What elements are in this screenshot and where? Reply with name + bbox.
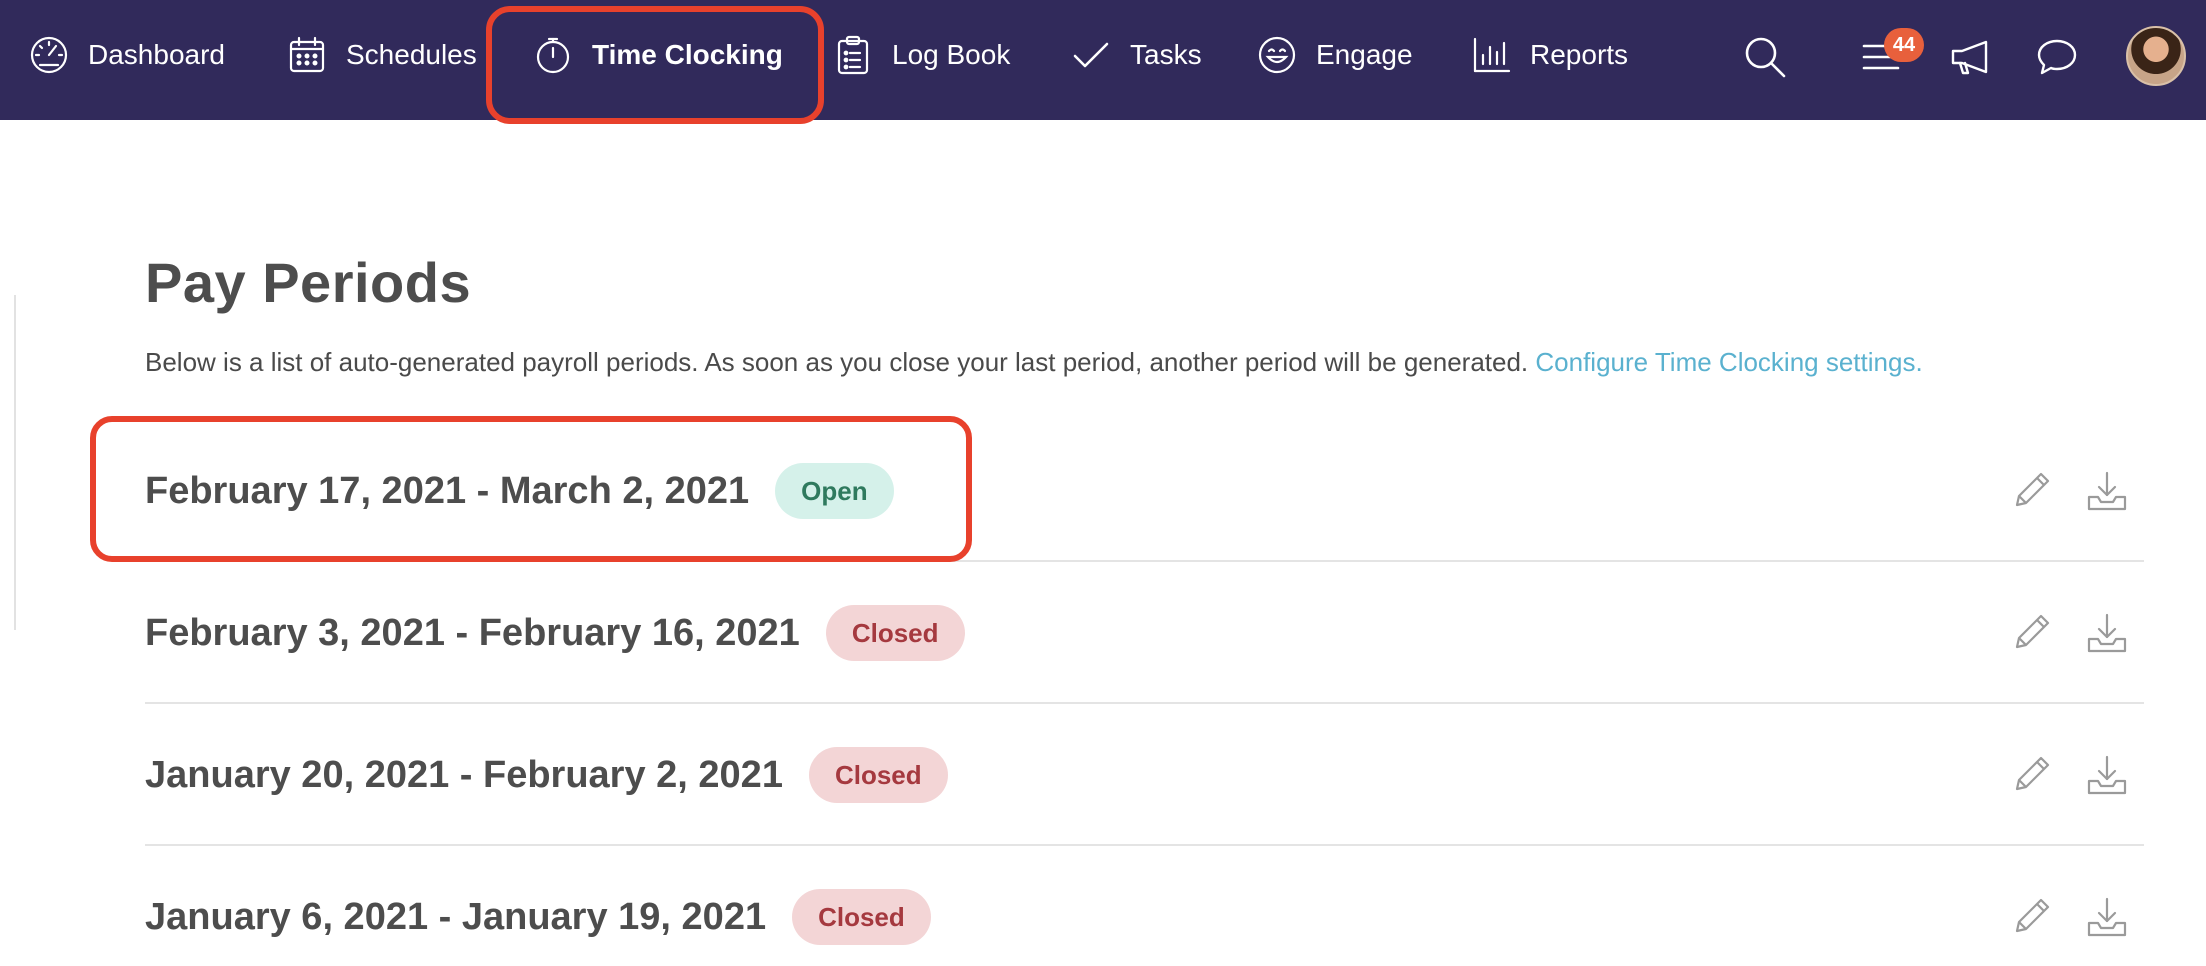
row-actions xyxy=(2008,420,2130,562)
pay-period-title: January 6, 2021 - January 19, 2021 Close… xyxy=(145,846,931,966)
download-icon xyxy=(2087,755,2127,795)
pay-period-row[interactable]: February 3, 2021 - February 16, 2021 Clo… xyxy=(145,562,2144,704)
configure-settings-link[interactable]: Configure Time Clocking settings. xyxy=(1535,347,1922,377)
nav-item-schedules[interactable]: Schedules xyxy=(286,0,477,110)
side-divider xyxy=(14,295,16,630)
row-actions xyxy=(2008,562,2130,704)
pencil-icon xyxy=(2015,756,2050,791)
row-actions xyxy=(2008,704,2130,846)
bar-chart-icon xyxy=(1473,37,1511,73)
nav-item-log-book[interactable]: Log Book xyxy=(832,0,1010,110)
checkmark-icon xyxy=(1073,42,1109,68)
status-badge-open: Open xyxy=(775,463,894,519)
pencil-icon xyxy=(2015,472,2050,507)
pay-period-title: February 17, 2021 - March 2, 2021 Open xyxy=(145,420,894,562)
nav-item-dashboard[interactable]: Dashboard xyxy=(28,0,225,110)
nav-item-label: Dashboard xyxy=(88,39,225,70)
nav-item-label: Time Clocking xyxy=(592,39,783,70)
download-button[interactable] xyxy=(2084,752,2130,798)
gauge-icon xyxy=(30,36,68,74)
pay-period-row[interactable]: February 17, 2021 - March 2, 2021 Open xyxy=(145,420,2144,562)
download-icon xyxy=(2087,897,2127,937)
edit-button[interactable] xyxy=(2008,468,2054,514)
nav-item-label: Engage xyxy=(1316,39,1413,70)
pay-period-dates: January 20, 2021 - February 2, 2021 xyxy=(145,753,783,796)
nav-item-time-clocking[interactable]: Time Clocking xyxy=(532,0,783,110)
page-intro: Below is a list of auto-generated payrol… xyxy=(145,347,1923,378)
nav-item-label: Tasks xyxy=(1130,39,1202,70)
chat-bubble-icon xyxy=(2037,39,2077,75)
messages-button[interactable] xyxy=(2030,30,2084,84)
user-avatar[interactable] xyxy=(2126,26,2186,86)
download-button[interactable] xyxy=(2084,894,2130,940)
megaphone-icon xyxy=(1951,40,1988,75)
pencil-icon xyxy=(2015,898,2050,933)
nav-item-engage[interactable]: Engage xyxy=(1256,0,1413,110)
pay-period-row[interactable]: January 20, 2021 - February 2, 2021 Clos… xyxy=(145,704,2144,846)
intro-text: Below is a list of auto-generated payrol… xyxy=(145,347,1529,377)
nav-item-label: Log Book xyxy=(892,39,1011,70)
edit-button[interactable] xyxy=(2008,752,2054,798)
pay-period-title: January 20, 2021 - February 2, 2021 Clos… xyxy=(145,704,948,846)
status-badge-closed: Closed xyxy=(792,889,931,945)
pay-period-title: February 3, 2021 - February 16, 2021 Clo… xyxy=(145,562,965,704)
notification-count-badge: 44 xyxy=(1884,28,1924,62)
clipboard-icon xyxy=(837,35,869,75)
pay-period-dates: February 17, 2021 - March 2, 2021 xyxy=(145,469,750,512)
nav-item-label: Reports xyxy=(1530,39,1629,70)
pay-period-row[interactable]: January 6, 2021 - January 19, 2021 Close… xyxy=(145,846,2144,966)
download-button[interactable] xyxy=(2084,468,2130,514)
calendar-icon xyxy=(289,36,325,73)
search-button[interactable] xyxy=(1738,30,1792,84)
pencil-icon xyxy=(2015,614,2050,649)
download-icon xyxy=(2087,613,2127,653)
nav-item-reports[interactable]: Reports xyxy=(1470,0,1628,110)
search-icon xyxy=(1745,37,1786,78)
download-icon xyxy=(2087,471,2127,511)
nav-item-tasks[interactable]: Tasks xyxy=(1070,0,1202,110)
edit-button[interactable] xyxy=(2008,894,2054,940)
edit-button[interactable] xyxy=(2008,610,2054,656)
pay-period-dates: January 6, 2021 - January 19, 2021 xyxy=(145,895,767,938)
status-badge-closed: Closed xyxy=(825,605,965,661)
status-badge-closed: Closed xyxy=(808,747,948,803)
pay-period-dates: February 3, 2021 - February 16, 2021 xyxy=(145,611,800,654)
row-actions xyxy=(2008,846,2130,966)
download-button[interactable] xyxy=(2084,610,2130,656)
nav-item-label: Schedules xyxy=(346,39,477,70)
announcements-button[interactable] xyxy=(1944,30,1998,84)
stopwatch-icon xyxy=(536,37,570,74)
top-navigation-bar: Dashboard Schedules Time Clocking Log Bo… xyxy=(0,0,2206,124)
page-title: Pay Periods xyxy=(145,251,472,314)
smiley-icon xyxy=(1258,36,1296,74)
